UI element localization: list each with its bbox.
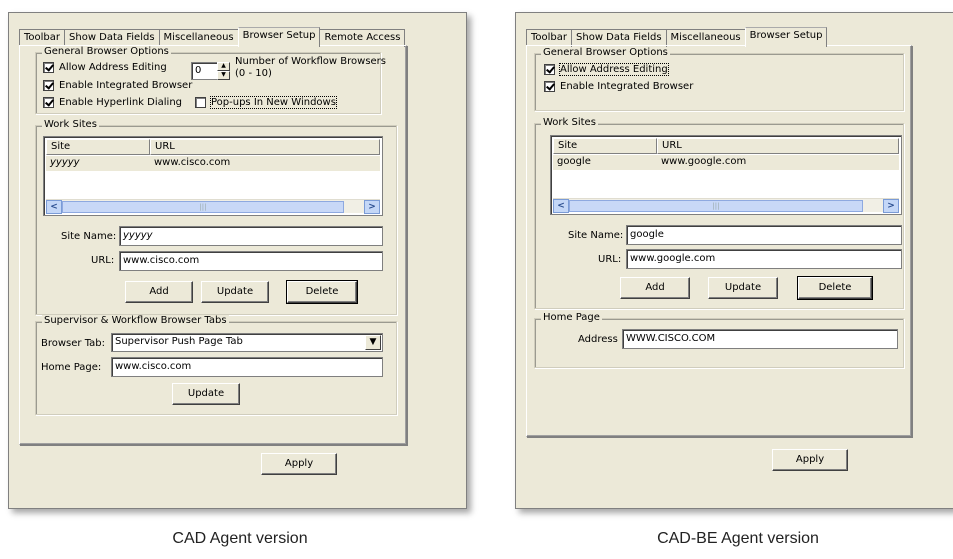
checkbox-checked-icon[interactable] <box>43 80 54 91</box>
scroll-right-icon[interactable]: > <box>883 199 899 213</box>
cadbe-caption: CAD-BE Agent version <box>657 530 819 547</box>
cad-enable-integrated-browser[interactable]: Enable Integrated Browser <box>43 80 192 91</box>
scroll-thumb[interactable]: ||| <box>62 201 344 213</box>
cad-enable-hyperlink-dialing[interactable]: Enable Hyperlink Dialing <box>43 97 182 108</box>
scroll-left-icon[interactable]: < <box>553 199 569 213</box>
cadbe-address-input[interactable]: WWW.CISCO.COM <box>622 329 898 349</box>
cadbe-general-options-title: General Browser Options <box>541 47 670 58</box>
cad-add-button[interactable]: Add <box>125 281 193 303</box>
cadbe-home-page-title: Home Page <box>541 312 602 323</box>
chevron-down-icon[interactable]: ▼ <box>365 335 381 350</box>
list-item[interactable]: google www.google.com <box>553 155 899 170</box>
cad-delete-button[interactable]: Delete <box>286 280 358 304</box>
cad-supervisor-update-button[interactable]: Update <box>172 383 240 405</box>
scroll-left-icon[interactable]: < <box>46 200 62 214</box>
cad-popups-new-windows-label: Pop-ups In New Windows <box>210 96 337 109</box>
cad-tab-browser-setup[interactable]: Browser Setup <box>237 27 321 47</box>
spin-down-icon[interactable]: ▼ <box>217 71 230 80</box>
cad-tab-strip: Toolbar Show Data Fields Miscellaneous B… <box>19 27 406 47</box>
cad-browser-tab-label: Browser Tab: <box>41 338 105 349</box>
cad-dialog: Toolbar Show Data Fields Miscellaneous B… <box>8 12 467 509</box>
column-header-site[interactable]: Site <box>553 138 657 154</box>
scroll-thumb[interactable]: ||| <box>569 200 863 212</box>
cad-site-name-label: Site Name: <box>61 231 117 242</box>
checkbox-checked-icon[interactable] <box>544 64 555 75</box>
cadbe-apply-button[interactable]: Apply <box>772 449 848 471</box>
cadbe-work-sites-title: Work Sites <box>541 117 598 128</box>
cadbe-url-input[interactable]: www.google.com <box>626 249 902 269</box>
cad-workflow-browsers-label: Number of Workflow Browsers (0 - 10) <box>235 56 386 79</box>
cadbe-site-name-label: Site Name: <box>568 230 624 241</box>
cadbe-delete-button[interactable]: Delete <box>797 276 873 300</box>
column-header-url[interactable]: URL <box>657 138 899 154</box>
column-header-site[interactable]: Site <box>46 139 150 155</box>
cadbe-allow-address-editing[interactable]: Allow Address Editing <box>544 63 669 76</box>
cad-popups-new-windows[interactable]: Pop-ups In New Windows <box>195 96 337 109</box>
scroll-right-icon[interactable]: > <box>364 200 380 214</box>
cad-home-page-input[interactable]: www.cisco.com <box>111 357 383 377</box>
checkbox-checked-icon[interactable] <box>544 81 555 92</box>
list-header: Site URL <box>46 139 380 155</box>
horizontal-scrollbar[interactable]: < ||| > <box>46 199 380 214</box>
cadbe-tab-strip: Toolbar Show Data Fields Miscellaneous B… <box>526 27 828 47</box>
list-header: Site URL <box>553 138 899 154</box>
cad-work-sites-list[interactable]: Site URL yyyyy www.cisco.com < ||| > <box>43 136 383 216</box>
cad-workflow-browsers-spinner[interactable]: ▲ ▼ <box>217 62 230 80</box>
cad-browser-tab-value: Supervisor Push Page Tab <box>115 336 243 347</box>
list-cell-url: www.google.com <box>661 156 747 167</box>
cad-general-options-title: General Browser Options <box>42 46 171 57</box>
list-item[interactable]: yyyyy www.cisco.com <box>46 156 380 171</box>
cadbe-allow-address-editing-label: Allow Address Editing <box>559 63 669 76</box>
list-cell-site: google <box>557 156 591 167</box>
cadbe-tab-browser-setup[interactable]: Browser Setup <box>744 27 828 47</box>
list-cell-site: yyyyy <box>50 157 80 168</box>
list-cell-url: www.cisco.com <box>154 157 231 168</box>
cad-allow-address-editing-label: Allow Address Editing <box>59 62 167 73</box>
cad-url-label: URL: <box>91 255 115 266</box>
cad-work-sites-title: Work Sites <box>42 119 99 130</box>
cad-update-button[interactable]: Update <box>201 281 269 303</box>
cad-caption: CAD Agent version <box>172 530 308 547</box>
cadbe-address-label: Address <box>578 334 618 345</box>
cad-browser-tab-select[interactable]: Supervisor Push Page Tab ▼ <box>111 333 383 352</box>
cad-url-input[interactable]: www.cisco.com <box>119 251 383 271</box>
cad-supervisor-title: Supervisor & Workflow Browser Tabs <box>42 315 229 326</box>
horizontal-scrollbar[interactable]: < ||| > <box>553 198 899 213</box>
checkbox-unchecked-icon[interactable] <box>195 97 206 108</box>
cadbe-add-button[interactable]: Add <box>620 277 690 299</box>
cad-home-page-label: Home Page: <box>41 362 102 373</box>
cadbe-url-label: URL: <box>598 254 622 265</box>
cad-allow-address-editing[interactable]: Allow Address Editing <box>43 62 167 73</box>
cad-site-name-input[interactable]: yyyyy <box>119 226 383 246</box>
cadbe-update-button[interactable]: Update <box>708 277 778 299</box>
cad-enable-integrated-browser-label: Enable Integrated Browser <box>59 80 193 91</box>
cadbe-site-name-input[interactable]: google <box>626 225 902 245</box>
cad-apply-button[interactable]: Apply <box>261 453 337 475</box>
column-header-url[interactable]: URL <box>150 139 380 155</box>
checkbox-checked-icon[interactable] <box>43 62 54 73</box>
cadbe-dialog: Toolbar Show Data Fields Miscellaneous B… <box>515 12 953 509</box>
cadbe-enable-integrated-browser-label: Enable Integrated Browser <box>560 81 694 92</box>
cad-enable-hyperlink-dialing-label: Enable Hyperlink Dialing <box>59 97 183 108</box>
cadbe-enable-integrated-browser[interactable]: Enable Integrated Browser <box>544 81 693 92</box>
checkbox-checked-icon[interactable] <box>43 97 54 108</box>
spin-up-icon[interactable]: ▲ <box>217 62 230 71</box>
cadbe-work-sites-list[interactable]: Site URL google www.google.com < ||| > <box>550 135 902 215</box>
